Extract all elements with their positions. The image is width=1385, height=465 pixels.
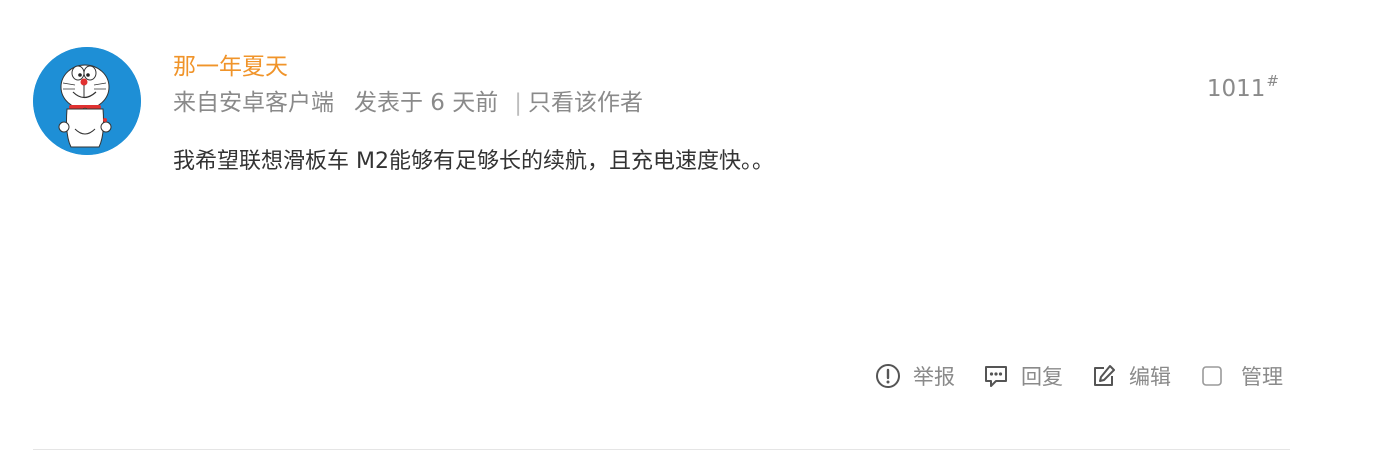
manage-button[interactable]: 管理 <box>1199 361 1283 391</box>
author-name-link[interactable]: 那一年夏天 <box>173 52 288 82</box>
checkbox-icon[interactable] <box>1199 363 1225 389</box>
reply-label: 回复 <box>1021 365 1063 389</box>
report-label: 举报 <box>913 365 955 389</box>
forum-post: 那一年夏天 来自安卓客户端 发表于 6 天前 | 只看该作者 1011# 我希望联想滑… <box>0 0 1385 465</box>
meta-separator: | <box>514 90 523 116</box>
doraemon-avatar-icon <box>33 47 141 155</box>
reply-button[interactable]: 回复 <box>983 361 1063 391</box>
user-avatar[interactable] <box>33 47 141 155</box>
post-meta: 来自安卓客户端 发表于 6 天前 | 只看该作者 <box>173 88 643 118</box>
edit-button[interactable]: 编辑 <box>1091 361 1171 391</box>
post-time: 发表于 6 天前 <box>354 90 499 116</box>
post-divider <box>33 449 1290 450</box>
post-content: 我希望联想滑板车 M2能够有足够长的续航，且充电速度快。。 <box>173 149 774 174</box>
post-source: 来自安卓客户端 <box>173 90 334 116</box>
comment-bubble-icon <box>983 363 1009 389</box>
manage-label: 管理 <box>1241 365 1283 389</box>
edit-label: 编辑 <box>1129 365 1171 389</box>
floor-number[interactable]: 1011# <box>1207 66 1279 104</box>
post-actions: 举报 回复 编辑 管理 <box>875 356 1283 396</box>
floor-mark: # <box>1266 72 1279 90</box>
pencil-square-icon <box>1091 363 1117 389</box>
report-button[interactable]: 举报 <box>875 361 955 391</box>
only-author-link[interactable]: 只看该作者 <box>528 88 643 118</box>
exclamation-circle-icon <box>875 363 901 389</box>
floor-number-value: 1011 <box>1206 76 1266 102</box>
